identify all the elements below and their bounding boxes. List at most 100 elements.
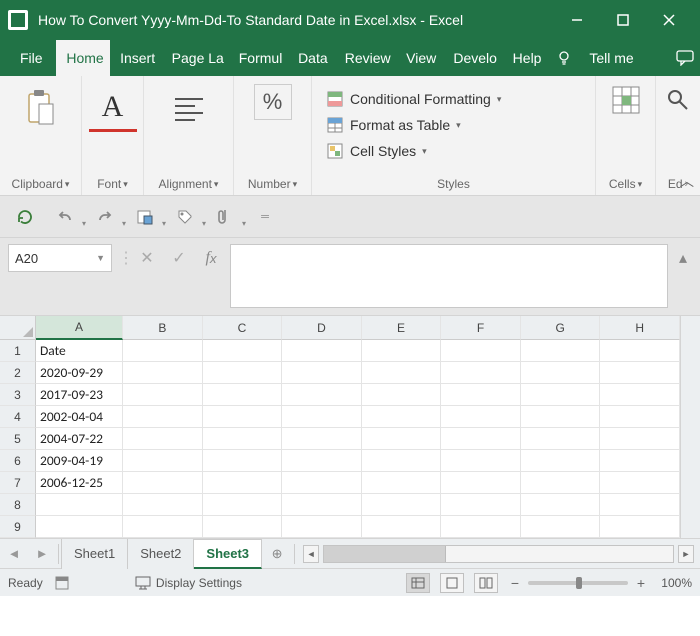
- cell-D4[interactable]: [282, 406, 362, 428]
- cell-H2[interactable]: [600, 362, 680, 384]
- cell-G3[interactable]: [521, 384, 601, 406]
- cell-F3[interactable]: [441, 384, 521, 406]
- close-button[interactable]: [646, 0, 692, 40]
- sheet-nav-prev[interactable]: ◄: [0, 539, 28, 569]
- cell-B4[interactable]: [123, 406, 203, 428]
- cell-A6[interactable]: 2009-04-19: [36, 450, 123, 472]
- cell-H3[interactable]: [600, 384, 680, 406]
- cell-C8[interactable]: [203, 494, 283, 516]
- cell-C1[interactable]: [203, 340, 283, 362]
- column-header-D[interactable]: D: [282, 316, 362, 340]
- cell-C5[interactable]: [203, 428, 283, 450]
- cell-H7[interactable]: [600, 472, 680, 494]
- cell-B7[interactable]: [123, 472, 203, 494]
- hscroll-right-button[interactable]: ►: [678, 545, 694, 563]
- cell-E5[interactable]: [362, 428, 442, 450]
- cell-B1[interactable]: [123, 340, 203, 362]
- column-header-H[interactable]: H: [600, 316, 680, 340]
- cell-B5[interactable]: [123, 428, 203, 450]
- cell-B6[interactable]: [123, 450, 203, 472]
- sheet-tab-sheet3[interactable]: Sheet3: [194, 539, 262, 569]
- properties-button[interactable]: ▾: [132, 204, 158, 230]
- cell-D3[interactable]: [282, 384, 362, 406]
- column-header-F[interactable]: F: [441, 316, 521, 340]
- row-header-7[interactable]: 7: [0, 472, 36, 494]
- tab-home[interactable]: Home: [56, 40, 110, 76]
- hscroll-track[interactable]: [323, 545, 674, 563]
- cell-D9[interactable]: [282, 516, 362, 538]
- cell-A3[interactable]: 2017-09-23: [36, 384, 123, 406]
- tab-view[interactable]: View: [396, 40, 443, 76]
- cell-H1[interactable]: [600, 340, 680, 362]
- cell-D1[interactable]: [282, 340, 362, 362]
- cell-F8[interactable]: [441, 494, 521, 516]
- cell-A4[interactable]: 2002-04-04: [36, 406, 123, 428]
- row-header-9[interactable]: 9: [0, 516, 36, 538]
- cell-G5[interactable]: [521, 428, 601, 450]
- cell-styles-button[interactable]: Cell Styles▾: [326, 138, 581, 164]
- formula-input[interactable]: [230, 244, 668, 308]
- cell-C4[interactable]: [203, 406, 283, 428]
- sheet-tab-sheet1[interactable]: Sheet1: [61, 539, 128, 569]
- cell-H5[interactable]: [600, 428, 680, 450]
- comments-icon[interactable]: [669, 40, 700, 76]
- macro-record-icon[interactable]: [53, 574, 71, 592]
- minimize-button[interactable]: [554, 0, 600, 40]
- cell-F2[interactable]: [441, 362, 521, 384]
- name-box[interactable]: A20 ▼: [8, 244, 112, 272]
- cell-H4[interactable]: [600, 406, 680, 428]
- hscroll-left-button[interactable]: ◄: [303, 545, 319, 563]
- cell-D7[interactable]: [282, 472, 362, 494]
- cell-A2[interactable]: 2020-09-29: [36, 362, 123, 384]
- row-header-6[interactable]: 6: [0, 450, 36, 472]
- cancel-formula-button[interactable]: ✕: [134, 244, 160, 272]
- font-button[interactable]: A: [89, 84, 137, 132]
- cell-B8[interactable]: [123, 494, 203, 516]
- cell-H8[interactable]: [600, 494, 680, 516]
- row-header-3[interactable]: 3: [0, 384, 36, 406]
- tag-button[interactable]: ▾: [172, 204, 198, 230]
- horizontal-scrollbar[interactable]: ◄ ►: [297, 545, 700, 563]
- column-header-C[interactable]: C: [203, 316, 283, 340]
- accept-formula-button[interactable]: ✓: [166, 244, 192, 272]
- cell-A8[interactable]: [36, 494, 123, 516]
- cell-C2[interactable]: [203, 362, 283, 384]
- vertical-scrollbar[interactable]: [680, 316, 700, 538]
- cell-D6[interactable]: [282, 450, 362, 472]
- cell-C9[interactable]: [203, 516, 283, 538]
- tab-formulas[interactable]: Formul: [229, 40, 288, 76]
- collapse-ribbon-button[interactable]: ︿: [680, 171, 694, 191]
- cell-E9[interactable]: [362, 516, 442, 538]
- cell-F4[interactable]: [441, 406, 521, 428]
- zoom-out-button[interactable]: −: [508, 575, 522, 591]
- select-all-corner[interactable]: [0, 316, 36, 340]
- cell-H9[interactable]: [600, 516, 680, 538]
- cell-B3[interactable]: [123, 384, 203, 406]
- cell-E4[interactable]: [362, 406, 442, 428]
- tab-developer[interactable]: Develo: [443, 40, 502, 76]
- sheet-tab-sheet2[interactable]: Sheet2: [128, 539, 194, 569]
- column-header-A[interactable]: A: [36, 316, 123, 340]
- tab-help[interactable]: Help: [503, 40, 549, 76]
- cell-A7[interactable]: 2006-12-25: [36, 472, 123, 494]
- cell-D2[interactable]: [282, 362, 362, 384]
- tab-page-layout[interactable]: Page La: [162, 40, 229, 76]
- cells-button[interactable]: [610, 84, 642, 116]
- zoom-thumb[interactable]: [576, 577, 582, 589]
- refresh-button[interactable]: [12, 204, 38, 230]
- editing-button[interactable]: [662, 84, 694, 116]
- column-header-G[interactable]: G: [521, 316, 601, 340]
- cell-A5[interactable]: 2004-07-22: [36, 428, 123, 450]
- row-header-5[interactable]: 5: [0, 428, 36, 450]
- format-as-table-button[interactable]: Format as Table▾: [326, 112, 581, 138]
- sheet-nav-next[interactable]: ►: [28, 539, 56, 569]
- expand-formula-bar-button[interactable]: ▴: [674, 244, 692, 268]
- cell-E1[interactable]: [362, 340, 442, 362]
- cell-F7[interactable]: [441, 472, 521, 494]
- cell-A1[interactable]: Date: [36, 340, 123, 362]
- cell-C3[interactable]: [203, 384, 283, 406]
- column-header-E[interactable]: E: [362, 316, 442, 340]
- cell-F1[interactable]: [441, 340, 521, 362]
- cell-B9[interactable]: [123, 516, 203, 538]
- cell-D8[interactable]: [282, 494, 362, 516]
